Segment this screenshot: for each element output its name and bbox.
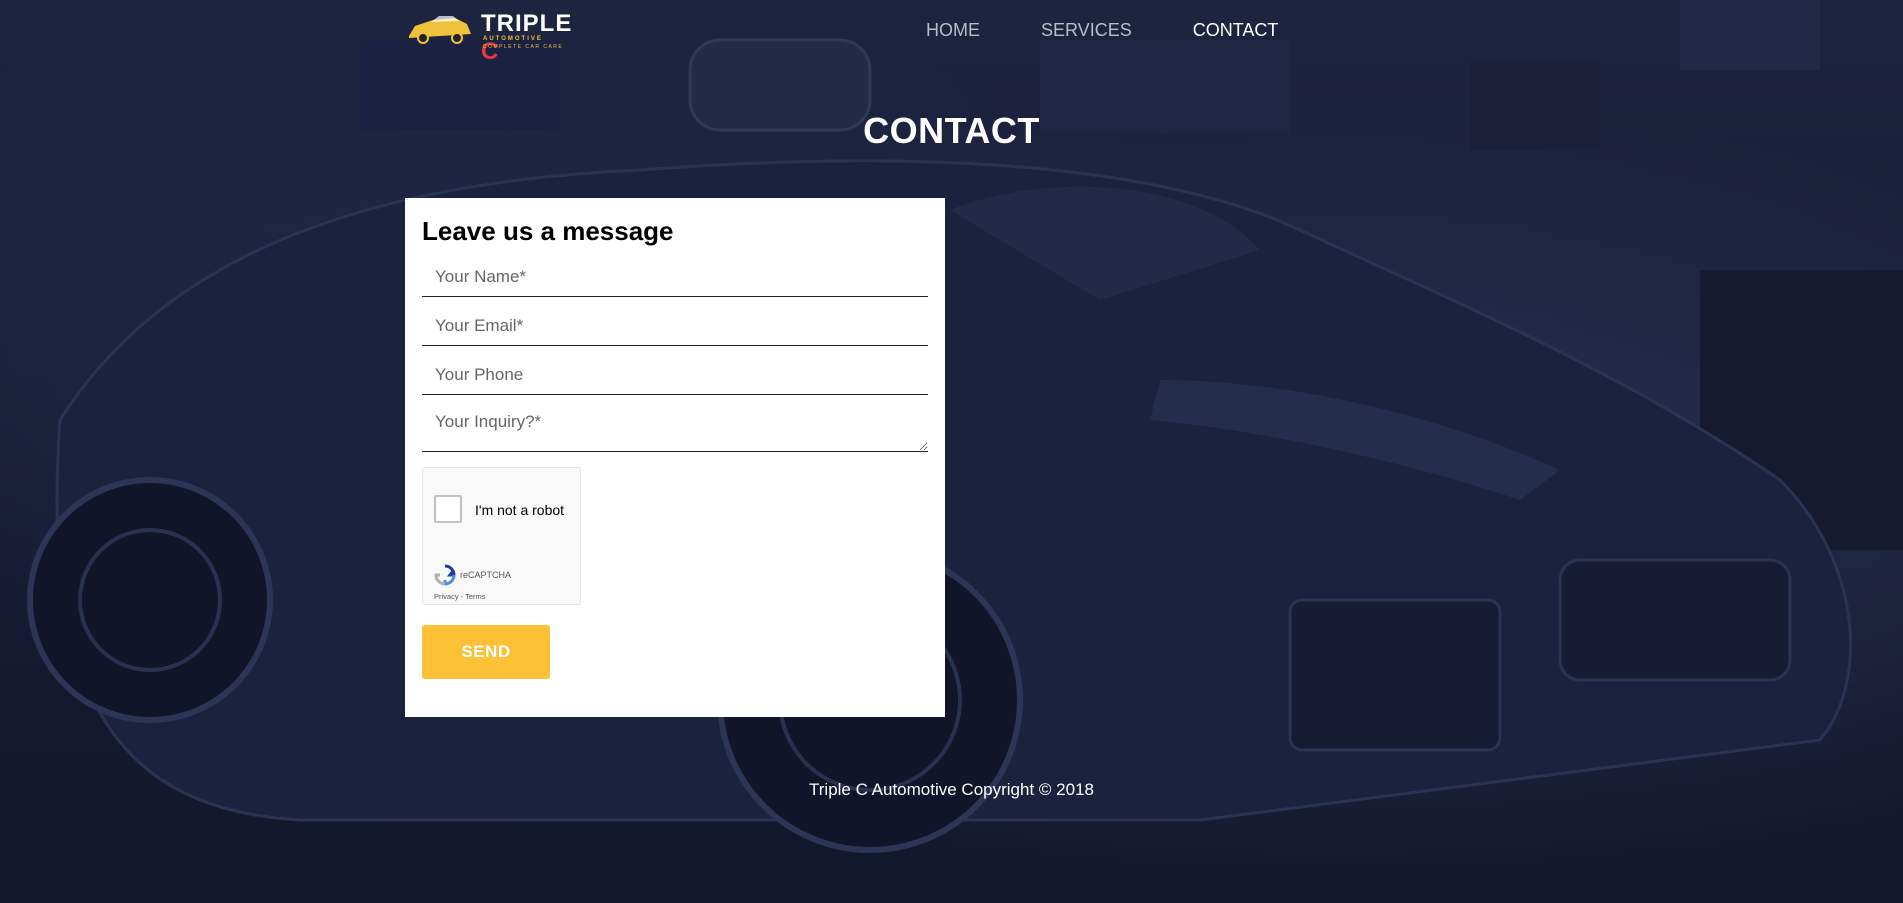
send-button[interactable]: SEND bbox=[422, 625, 550, 679]
main-nav: HOME SERVICES CONTACT bbox=[926, 20, 1278, 41]
nav-contact[interactable]: CONTACT bbox=[1193, 20, 1279, 41]
logo-tagline: COMPLETE CAR CARE bbox=[483, 44, 564, 50]
recaptcha-checkbox[interactable] bbox=[434, 495, 462, 523]
site-logo[interactable]: TRIPLE C AUTOMOTIVE COMPLETE CAR CARE bbox=[405, 6, 585, 65]
logo-subtitle: AUTOMOTIVE bbox=[483, 36, 543, 42]
form-heading: Leave us a message bbox=[422, 216, 674, 246]
email-field[interactable] bbox=[422, 306, 928, 346]
name-field[interactable] bbox=[422, 257, 928, 297]
page-title: CONTACT bbox=[863, 110, 1040, 151]
phone-field[interactable] bbox=[422, 355, 928, 395]
nav-home[interactable]: HOME bbox=[926, 20, 980, 41]
recaptcha-widget: I'm not a robot reCAPTCHA Privacy - Term… bbox=[422, 467, 581, 605]
recaptcha-brand: reCAPTCHA bbox=[460, 570, 512, 580]
contact-form-card: Leave us a message I'm not a robot reCAP… bbox=[405, 198, 945, 717]
recaptcha-label: I'm not a robot bbox=[475, 502, 565, 518]
car-logo-icon bbox=[409, 16, 471, 44]
nav-services[interactable]: SERVICES bbox=[1041, 20, 1132, 41]
recaptcha-privacy-terms[interactable]: Privacy - Terms bbox=[434, 592, 486, 601]
inquiry-field[interactable] bbox=[422, 404, 928, 452]
footer-copyright: Triple C Automotive Copyright © 2018 bbox=[809, 780, 1094, 799]
recaptcha-logo-icon bbox=[434, 564, 456, 586]
